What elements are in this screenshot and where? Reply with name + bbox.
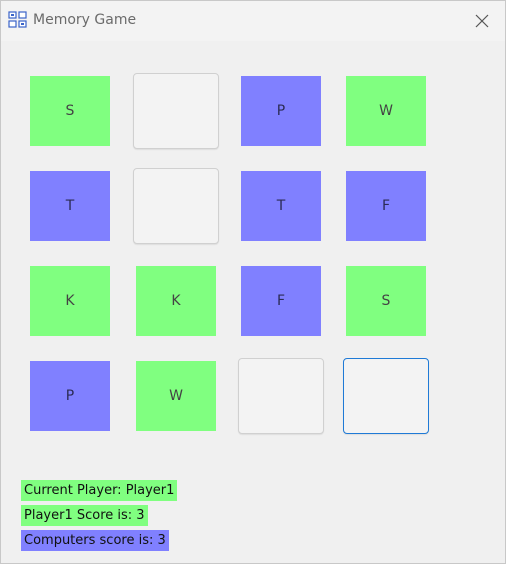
computer-score-label: Computers score is: 3: [21, 530, 169, 551]
card-r4c3[interactable]: [238, 358, 324, 434]
close-button[interactable]: [467, 7, 497, 35]
card-label: T: [276, 198, 286, 214]
card-r1c3[interactable]: P: [241, 76, 321, 146]
card-r3c4[interactable]: S: [346, 266, 426, 336]
card-label: S: [381, 293, 391, 309]
card-label: P: [276, 103, 286, 119]
card-label: W: [169, 388, 183, 404]
card-label: W: [379, 103, 393, 119]
card-r4c2[interactable]: W: [136, 361, 216, 431]
card-label: F: [276, 293, 286, 309]
card-label: F: [381, 198, 391, 214]
card-label: K: [171, 293, 181, 309]
card-r3c3[interactable]: F: [241, 266, 321, 336]
current-player-label: Current Player: Player1: [21, 480, 178, 501]
card-label: K: [65, 293, 75, 309]
card-r2c1[interactable]: T: [30, 171, 110, 241]
card-r1c1[interactable]: S: [30, 76, 110, 146]
card-r3c2[interactable]: K: [136, 266, 216, 336]
memory-game-window: Memory Game S P W T T F K K F S P W Curr…: [0, 0, 506, 564]
window-title: Memory Game: [33, 12, 137, 28]
memory-game-app-icon: [8, 11, 27, 28]
card-r4c4[interactable]: [343, 358, 429, 434]
close-icon: [475, 14, 489, 28]
card-r4c1[interactable]: P: [30, 361, 110, 431]
title-bar: Memory Game: [1, 1, 505, 41]
card-r3c1[interactable]: K: [30, 266, 110, 336]
card-r2c3[interactable]: T: [241, 171, 321, 241]
card-label: P: [65, 388, 75, 404]
card-r2c4[interactable]: F: [346, 171, 426, 241]
player-score-label: Player1 Score is: 3: [21, 505, 148, 526]
card-r1c2[interactable]: [133, 73, 219, 149]
card-r2c2[interactable]: [133, 168, 219, 244]
card-r1c4[interactable]: W: [346, 76, 426, 146]
card-label: T: [65, 198, 75, 214]
card-label: S: [65, 103, 75, 119]
